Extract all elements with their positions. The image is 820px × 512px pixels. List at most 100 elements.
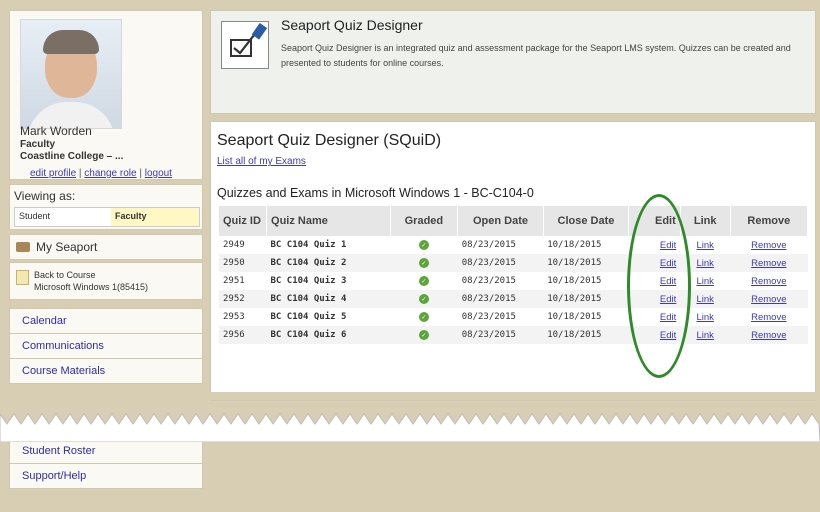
edit-cell: Edit — [628, 254, 681, 272]
profile-name: Mark Worden — [20, 124, 92, 138]
quiz-link[interactable]: Link — [696, 276, 713, 287]
nav-list: Calendar Communications Course Materials — [9, 308, 203, 384]
torn-page-break — [0, 392, 820, 442]
remove-link[interactable]: Remove — [751, 312, 786, 323]
nav-item-course-materials[interactable]: Course Materials — [9, 359, 203, 384]
quiz-link[interactable]: Link — [696, 240, 713, 251]
quiz-link[interactable]: Link — [696, 330, 713, 341]
change-role-link[interactable]: change role — [84, 168, 136, 179]
nav-item-student-roster[interactable]: Student Roster — [9, 439, 203, 464]
remove-cell: Remove — [730, 272, 807, 290]
remove-link[interactable]: Remove — [751, 330, 786, 341]
viewing-as-selector: Student Faculty — [14, 207, 200, 227]
nav-item-calendar[interactable]: Calendar — [9, 308, 203, 334]
profile-panel: Mark Worden Faculty Coastline College – … — [9, 10, 203, 180]
table-header-row: Quiz ID Quiz Name Graded Open Date Close… — [219, 206, 809, 236]
table-row: 2953 BC C104 Quiz 5 ✓ 08/23/2015 10/18/2015 E… — [219, 308, 808, 326]
profile-college: Coastline College – ... — [20, 151, 124, 162]
check-circle-icon: ✓ — [418, 240, 429, 250]
edit-link[interactable]: Edit — [660, 330, 676, 341]
open-date-cell: 08/23/2015 — [457, 254, 544, 272]
quiz-link[interactable]: Link — [696, 294, 713, 305]
col-edit: Edit — [628, 206, 681, 236]
quiz-link[interactable]: Link — [696, 258, 713, 269]
col-quiz-name: Quiz Name — [266, 206, 391, 236]
table-row: 2949 BC C104 Quiz 1 ✓ 08/23/2015 10/18/2015 E… — [219, 236, 808, 254]
close-date-cell: 10/18/2015 — [543, 290, 629, 308]
remove-link[interactable]: Remove — [751, 240, 786, 251]
quiz-id-cell: 2956 — [219, 326, 267, 344]
col-link: Link — [680, 206, 731, 236]
close-date-cell: 10/18/2015 — [543, 326, 629, 344]
course-name: Microsoft Windows 1(85415) — [34, 282, 149, 292]
back-to-course-button[interactable]: Back to Course Microsoft Windows 1(85415… — [9, 262, 203, 300]
section-subtitle: Quizzes and Exams in Microsoft Windows 1… — [217, 186, 534, 200]
remove-link[interactable]: Remove — [751, 276, 786, 287]
edit-cell: Edit — [629, 272, 681, 290]
viewing-as-panel: Viewing as: Student Faculty — [9, 184, 203, 230]
edit-link[interactable]: Edit — [660, 276, 676, 287]
open-date-cell: 08/23/2015 — [457, 326, 544, 344]
edit-link[interactable]: Edit — [660, 294, 676, 305]
app-description: Seaport Quiz Designer is an integrated q… — [281, 43, 791, 68]
link-cell: Link — [680, 290, 731, 308]
profile-role: Faculty Coastline College – ... — [20, 139, 124, 162]
graded-cell: ✓ — [390, 290, 458, 308]
quiz-table: Quiz ID Quiz Name Graded Open Date Close… — [219, 206, 809, 344]
sidebar: Mark Worden Faculty Coastline College – … — [9, 10, 203, 384]
quiz-name-cell: BC C104 Quiz 3 — [270, 276, 347, 286]
check-circle-icon: ✓ — [418, 312, 429, 322]
close-date-cell: 10/18/2015 — [543, 254, 629, 272]
page-title: Seaport Quiz Designer (SQuiD) — [217, 132, 442, 149]
view-option-faculty[interactable]: Faculty — [111, 208, 199, 226]
nav-item-support-help[interactable]: Support/Help — [9, 464, 203, 489]
edit-cell: Edit — [628, 290, 681, 308]
edit-link[interactable]: Edit — [660, 312, 676, 323]
quiz-id-cell: 2950 — [219, 254, 267, 272]
list-all-exams-link[interactable]: List all of my Exams — [217, 156, 306, 167]
open-date-cell: 08/23/2015 — [457, 290, 544, 308]
col-close-date: Close Date — [543, 206, 630, 236]
graded-cell: ✓ — [390, 272, 458, 290]
graded-cell: ✓ — [390, 326, 458, 344]
pencil-checkbox-icon — [221, 21, 269, 69]
my-seaport-label: My Seaport — [36, 240, 98, 254]
my-seaport-button[interactable]: My Seaport — [9, 234, 203, 260]
edit-link[interactable]: Edit — [660, 258, 676, 269]
graded-cell: ✓ — [390, 254, 458, 272]
edit-profile-link[interactable]: edit profile — [30, 168, 76, 179]
quiz-id-cell: 2953 — [223, 312, 245, 322]
table-row: 2950 BC C104 Quiz 2 ✓ 08/23/2015 10/18/2015 E… — [219, 254, 808, 272]
table-row: 2952 BC C104 Quiz 4 ✓ 08/23/2015 10/18/2015 E… — [219, 290, 808, 308]
logout-link[interactable]: logout — [145, 168, 172, 179]
edit-link[interactable]: Edit — [660, 240, 676, 251]
remove-cell: Remove — [730, 254, 808, 272]
remove-link[interactable]: Remove — [751, 258, 786, 269]
remove-cell: Remove — [730, 290, 808, 308]
remove-cell: Remove — [730, 236, 807, 254]
back-to-course-label: Back to Course — [34, 270, 96, 280]
col-open-date: Open Date — [457, 206, 544, 236]
close-date-cell: 10/18/2015 — [547, 276, 602, 286]
remove-link[interactable]: Remove — [751, 294, 786, 305]
quiz-name-cell: BC C104 Quiz 5 — [270, 312, 347, 322]
quiz-name-cell: BC C104 Quiz 2 — [266, 254, 391, 272]
edit-cell: Edit — [629, 308, 681, 326]
open-date-cell: 08/23/2015 — [461, 312, 516, 322]
quiz-link[interactable]: Link — [696, 312, 713, 323]
graded-cell: ✓ — [390, 308, 458, 326]
quiz-content-panel: Seaport Quiz Designer (SQuiD) List all o… — [210, 121, 816, 401]
nav-item-communications[interactable]: Communications — [9, 334, 203, 359]
quiz-name-cell: BC C104 Quiz 6 — [266, 326, 391, 344]
remove-cell: Remove — [730, 326, 808, 344]
quiz-id-cell: 2951 — [223, 276, 245, 286]
home-icon — [16, 242, 30, 252]
profile-links: edit profile | change role | logout — [30, 168, 172, 179]
view-option-student[interactable]: Student — [15, 208, 111, 226]
link-cell: Link — [680, 272, 730, 290]
edit-cell: Edit — [628, 326, 681, 344]
check-circle-icon: ✓ — [418, 258, 429, 268]
check-circle-icon: ✓ — [418, 294, 429, 304]
link-cell: Link — [680, 308, 730, 326]
link-cell: Link — [680, 236, 730, 254]
